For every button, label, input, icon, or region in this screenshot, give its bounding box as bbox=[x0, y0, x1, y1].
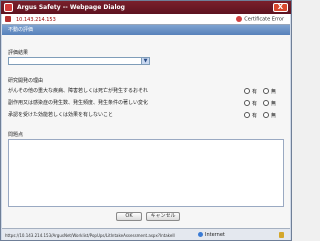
chevron-down-icon[interactable]: ▼ bbox=[141, 58, 149, 64]
reason-no-label: 無 bbox=[271, 113, 277, 119]
lock-icon bbox=[279, 232, 284, 238]
status-url: https://10.143.214.153/ArgusNet/Worklist… bbox=[5, 233, 175, 238]
dialog-content: 不動の評価 評価結果 ▼ 研究開発の理由 がんその他の重大な疾病、障害若しくは死… bbox=[2, 25, 290, 228]
reason-row: 承認を受けた効能若しくは効果を有しないこと 有 無 bbox=[8, 111, 284, 119]
ok-button[interactable]: OK bbox=[116, 212, 142, 221]
reason-yes-radio[interactable] bbox=[244, 100, 250, 106]
address-bar: 10.143.214.153 Certificate Error bbox=[2, 14, 290, 25]
reason-row: がんその他の重大な疾病、障害若しくは死亡が発生するおそれ 有 無 bbox=[8, 87, 284, 95]
security-zone-label: Internet bbox=[205, 232, 225, 238]
address-url: 10.143.214.153 bbox=[16, 17, 56, 23]
reason-text: 承認を受けた効能若しくは効果を有しないこと bbox=[8, 112, 114, 118]
evaluation-select[interactable]: ▼ bbox=[8, 57, 150, 65]
reason-no-radio[interactable] bbox=[263, 88, 269, 94]
reason-no-radio[interactable] bbox=[263, 100, 269, 106]
reason-row: 副作用又は感染症の発生数、発生頻度、発生条件の著しい変化 有 無 bbox=[8, 99, 284, 107]
certificate-error-label: Certificate Error bbox=[244, 16, 284, 23]
reason-yes-label: 有 bbox=[252, 101, 258, 107]
close-button[interactable]: X bbox=[273, 3, 288, 12]
title-bar[interactable]: Argus Safety -- Webpage Dialog X bbox=[1, 1, 291, 14]
reasons-label: 研究開発の理由 bbox=[8, 78, 44, 84]
globe-icon bbox=[198, 232, 203, 237]
reason-no-radio[interactable] bbox=[263, 112, 269, 118]
problem-label: 問題点 bbox=[8, 132, 24, 138]
dialog-buttons: OK キャンセル bbox=[2, 212, 290, 222]
reason-no-label: 無 bbox=[271, 101, 277, 107]
problem-textarea[interactable] bbox=[8, 139, 284, 207]
certificate-error-icon bbox=[236, 16, 243, 22]
evaluation-label: 評価結果 bbox=[8, 50, 29, 56]
reason-text: がんその他の重大な疾病、障害若しくは死亡が発生するおそれ bbox=[8, 88, 149, 94]
reason-radio-group: 有 無 bbox=[244, 87, 284, 95]
status-bar: https://10.143.214.153/ArgusNet/Worklist… bbox=[2, 228, 290, 240]
reason-radio-group: 有 無 bbox=[244, 111, 284, 119]
reason-radio-group: 有 無 bbox=[244, 99, 284, 107]
window-title: Argus Safety -- Webpage Dialog bbox=[17, 4, 125, 11]
reason-no-label: 無 bbox=[271, 89, 277, 95]
security-zone: Internet bbox=[198, 232, 225, 238]
reason-yes-label: 有 bbox=[252, 113, 258, 119]
reason-yes-radio[interactable] bbox=[244, 88, 250, 94]
reason-yes-radio[interactable] bbox=[244, 112, 250, 118]
cancel-button[interactable]: キャンセル bbox=[146, 212, 180, 221]
certificate-error[interactable]: Certificate Error bbox=[236, 16, 284, 23]
app-icon bbox=[4, 3, 13, 12]
section-header: 不動の評価 bbox=[2, 25, 290, 35]
page-icon bbox=[5, 16, 11, 22]
reason-text: 副作用又は感染症の発生数、発生頻度、発生条件の著しい変化 bbox=[8, 100, 149, 106]
reason-yes-label: 有 bbox=[252, 89, 258, 95]
dialog-window: Argus Safety -- Webpage Dialog X 10.143.… bbox=[0, 0, 292, 241]
